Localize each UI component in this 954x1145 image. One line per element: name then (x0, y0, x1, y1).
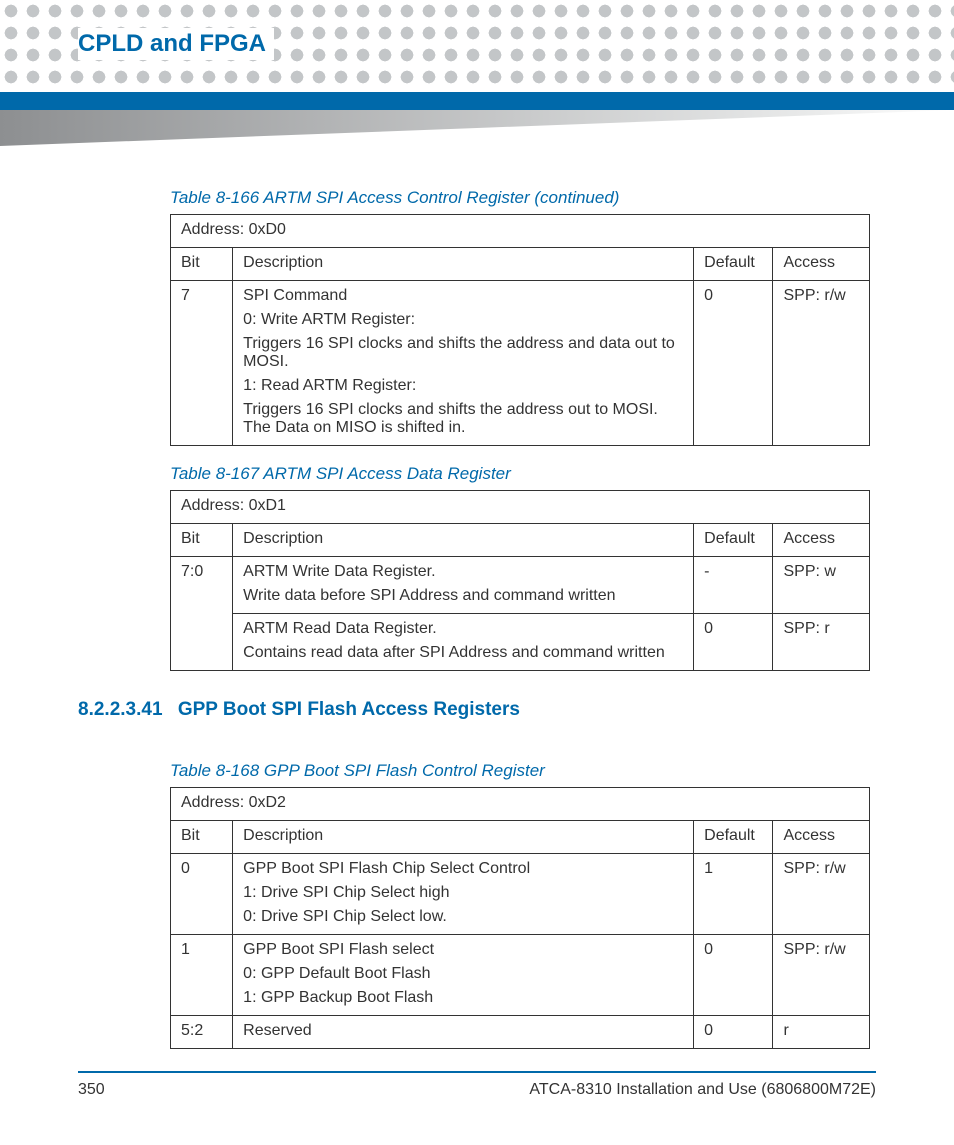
table-row: ARTM Read Data Register. Contains read d… (171, 614, 870, 671)
cell-access: SPP: r/w (773, 854, 870, 935)
col-def: Default (694, 821, 773, 854)
table-header-row: Bit Description Default Access (171, 821, 870, 854)
header-grey-wedge (0, 110, 954, 146)
section-heading: 8.2.2.3.41 GPP Boot SPI Flash Access Reg… (78, 699, 876, 721)
cell-desc: ARTM Write Data Register. Write data bef… (233, 557, 694, 614)
desc-line: 0: GPP Default Boot Flash (243, 965, 683, 983)
desc-line: ARTM Write Data Register. (243, 563, 683, 581)
table-row: 1 GPP Boot SPI Flash select 0: GPP Defau… (171, 935, 870, 1016)
cell-desc: GPP Boot SPI Flash Chip Select Control 1… (233, 854, 694, 935)
desc-line: 1: Drive SPI Chip Select high (243, 884, 683, 902)
cell-access: r (773, 1016, 870, 1049)
col-bit: Bit (171, 524, 233, 557)
header-dot-band: CPLD and FPGA (0, 0, 954, 92)
cell-desc: ARTM Read Data Register. Contains read d… (233, 614, 694, 671)
desc-line: GPP Boot SPI Flash select (243, 941, 683, 959)
cell-access: SPP: r (773, 614, 870, 671)
cell-desc: GPP Boot SPI Flash select 0: GPP Default… (233, 935, 694, 1016)
cell-bit: 7 (171, 281, 233, 446)
desc-line: 1: Read ARTM Register: (243, 377, 683, 395)
table-header-row: Bit Description Default Access (171, 524, 870, 557)
desc-line: ARTM Read Data Register. (243, 620, 683, 638)
cell-default: 0 (694, 1016, 773, 1049)
table-address: Address: 0xD2 (171, 788, 870, 821)
table-address: Address: 0xD1 (171, 491, 870, 524)
col-acc: Access (773, 524, 870, 557)
table-caption: Table 8-167 ARTM SPI Access Data Registe… (170, 464, 876, 484)
cell-desc: SPI Command 0: Write ARTM Register: Trig… (233, 281, 694, 446)
page-number: 350 (78, 1081, 105, 1099)
desc-line: SPI Command (243, 287, 683, 305)
table-address: Address: 0xD0 (171, 215, 870, 248)
col-bit: Bit (171, 248, 233, 281)
col-desc: Description (233, 248, 694, 281)
page-footer: 350 ATCA-8310 Installation and Use (6806… (0, 1081, 954, 1127)
doc-title: ATCA-8310 Installation and Use (6806800M… (529, 1081, 876, 1099)
section-number: 8.2.2.3.41 (78, 699, 163, 720)
table-address-row: Address: 0xD2 (171, 788, 870, 821)
chapter-title: CPLD and FPGA (78, 28, 274, 60)
cell-default: 0 (694, 614, 773, 671)
cell-bit: 0 (171, 854, 233, 935)
table-address-row: Address: 0xD1 (171, 491, 870, 524)
col-def: Default (694, 524, 773, 557)
desc-line: 0: Drive SPI Chip Select low. (243, 908, 683, 926)
cell-default: 1 (694, 854, 773, 935)
col-def: Default (694, 248, 773, 281)
cell-desc: Reserved (233, 1016, 694, 1049)
desc-line: Triggers 16 SPI clocks and shifts the ad… (243, 335, 683, 371)
col-acc: Access (773, 821, 870, 854)
table-address-row: Address: 0xD0 (171, 215, 870, 248)
table-row: 5:2 Reserved 0 r (171, 1016, 870, 1049)
desc-line: Contains read data after SPI Address and… (243, 644, 683, 662)
header-blue-bar (0, 92, 954, 110)
table-167: Address: 0xD1 Bit Description Default Ac… (170, 490, 870, 671)
table-row: 7 SPI Command 0: Write ARTM Register: Tr… (171, 281, 870, 446)
table-caption: Table 8-168 GPP Boot SPI Flash Control R… (170, 761, 876, 781)
desc-line: 0: Write ARTM Register: (243, 311, 683, 329)
cell-default: 0 (694, 281, 773, 446)
cell-bit: 1 (171, 935, 233, 1016)
cell-access: SPP: w (773, 557, 870, 614)
cell-access: SPP: r/w (773, 935, 870, 1016)
table-header-row: Bit Description Default Access (171, 248, 870, 281)
desc-line: GPP Boot SPI Flash Chip Select Control (243, 860, 683, 878)
cell-default: 0 (694, 935, 773, 1016)
col-desc: Description (233, 821, 694, 854)
col-acc: Access (773, 248, 870, 281)
cell-default: - (694, 557, 773, 614)
col-desc: Description (233, 524, 694, 557)
desc-line: Reserved (243, 1022, 683, 1040)
desc-line: Triggers 16 SPI clocks and shifts the ad… (243, 401, 683, 437)
table-caption: Table 8-166 ARTM SPI Access Control Regi… (170, 188, 876, 208)
cell-bit: 5:2 (171, 1016, 233, 1049)
footer-rule (78, 1071, 876, 1073)
desc-line: 1: GPP Backup Boot Flash (243, 989, 683, 1007)
table-row: 0 GPP Boot SPI Flash Chip Select Control… (171, 854, 870, 935)
desc-line: Write data before SPI Address and comman… (243, 587, 683, 605)
cell-access: SPP: r/w (773, 281, 870, 446)
cell-bit: 7:0 (171, 557, 233, 671)
col-bit: Bit (171, 821, 233, 854)
section-title: GPP Boot SPI Flash Access Registers (178, 699, 520, 720)
table-row: 7:0 ARTM Write Data Register. Write data… (171, 557, 870, 614)
table-168: Address: 0xD2 Bit Description Default Ac… (170, 787, 870, 1049)
table-166: Address: 0xD0 Bit Description Default Ac… (170, 214, 870, 446)
